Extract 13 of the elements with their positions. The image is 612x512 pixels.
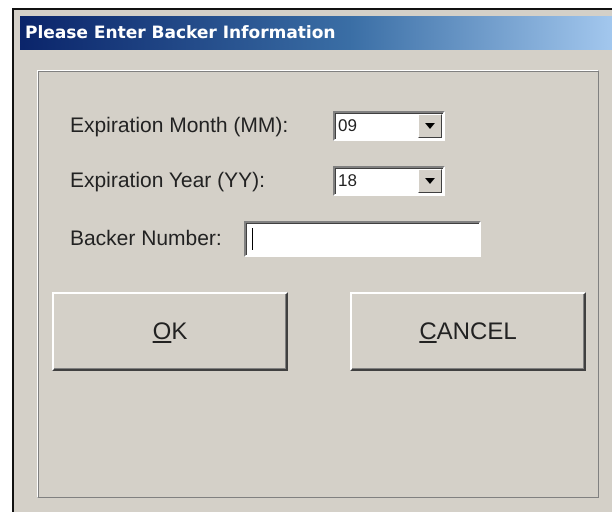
caret-icon — [425, 123, 435, 129]
field-label: Expiration Year (YY): — [70, 168, 266, 194]
caret-icon — [425, 178, 435, 184]
cancel-button[interactable]: CANCEL — [350, 292, 586, 371]
dropdown-field[interactable]: 09 — [333, 111, 445, 141]
ok-button[interactable]: OK — [52, 292, 288, 371]
dropdown-button[interactable] — [418, 114, 442, 138]
field-label: Expiration Month (MM): — [70, 113, 290, 140]
dropdown-button[interactable] — [418, 169, 442, 193]
window-title: Please Enter Backer Information — [20, 16, 612, 50]
dropdown-field[interactable]: 18 — [333, 166, 445, 196]
input-field[interactable] — [244, 221, 481, 257]
field-label: Backer Number: — [70, 226, 222, 252]
